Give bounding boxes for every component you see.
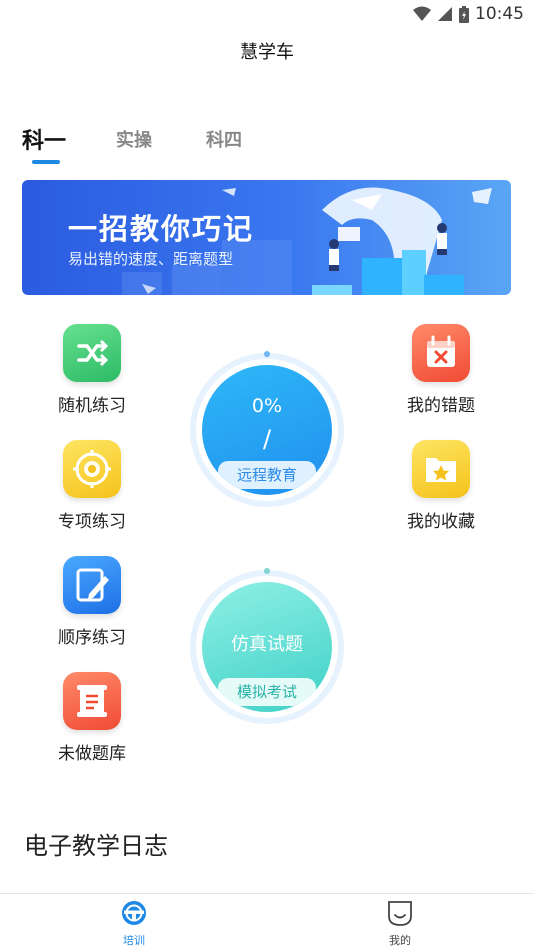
my-mistakes-label: 我的错题 bbox=[407, 396, 475, 416]
edit-icon bbox=[63, 556, 121, 614]
wifi-icon bbox=[413, 6, 431, 21]
tab-subject-one[interactable]: 科一 bbox=[22, 123, 66, 155]
status-bar: 10:45 bbox=[0, 0, 534, 28]
unanswered-bank-label: 未做题库 bbox=[58, 744, 126, 764]
status-time: 10:45 bbox=[475, 4, 524, 24]
mock-exam-circle: 仿真试题 模拟考试 bbox=[202, 582, 332, 712]
my-favorites-button[interactable]: 我的收藏 bbox=[391, 440, 491, 532]
star-folder-icon bbox=[412, 440, 470, 498]
remote-education-label: 远程教育 bbox=[218, 461, 316, 489]
mock-exam-title: 仿真试题 bbox=[231, 634, 303, 655]
sequential-practice-label: 顺序练习 bbox=[58, 628, 126, 648]
target-icon bbox=[63, 440, 121, 498]
tab-subject-four[interactable]: 科四 bbox=[206, 126, 242, 152]
nav-mine[interactable]: 我的 bbox=[360, 900, 440, 948]
banner-subtitle: 易出错的速度、距离题型 bbox=[68, 250, 234, 268]
special-practice-button[interactable]: 专项练习 bbox=[42, 440, 142, 532]
progress-dot bbox=[264, 351, 270, 357]
promo-banner[interactable]: 一招教你巧记 易出错的速度、距离题型 bbox=[22, 180, 511, 295]
smiley-tag-icon bbox=[388, 901, 412, 926]
status-indicators: 10:45 bbox=[413, 4, 524, 24]
shuffle-icon bbox=[63, 324, 121, 382]
progress-separator: / bbox=[262, 425, 272, 453]
mock-exam-label: 模拟考试 bbox=[218, 678, 316, 706]
mock-exam-button[interactable]: 仿真试题 模拟考试 bbox=[190, 568, 344, 724]
bottom-nav: 培训 我的 bbox=[0, 893, 534, 950]
special-practice-label: 专项练习 bbox=[58, 512, 126, 532]
teaching-log-title: 电子教学日志 bbox=[24, 832, 168, 860]
page-title: 慧学车 bbox=[240, 42, 294, 63]
remote-education-circle: 0% / 远程教育 bbox=[202, 365, 332, 495]
battery-icon bbox=[459, 5, 469, 23]
random-practice-label: 随机练习 bbox=[58, 396, 126, 416]
remote-education-button[interactable]: 0% / 远程教育 bbox=[190, 351, 344, 507]
mock-exam-dot bbox=[264, 568, 270, 574]
unanswered-bank-button[interactable]: 未做题库 bbox=[42, 672, 142, 764]
my-mistakes-button[interactable]: 我的错题 bbox=[391, 324, 491, 416]
sequential-practice-button[interactable]: 顺序练习 bbox=[42, 556, 142, 648]
tab-practical[interactable]: 实操 bbox=[116, 126, 152, 152]
steering-wheel-icon bbox=[122, 901, 146, 925]
nav-mine-label: 我的 bbox=[389, 934, 411, 947]
active-tab-indicator bbox=[32, 160, 60, 164]
signal-icon bbox=[438, 7, 452, 21]
nav-training[interactable]: 培训 bbox=[94, 900, 174, 948]
banner-title: 一招教你巧记 bbox=[68, 212, 255, 246]
my-favorites-label: 我的收藏 bbox=[407, 512, 475, 532]
random-practice-button[interactable]: 随机练习 bbox=[42, 324, 142, 416]
progress-percent: 0% bbox=[251, 395, 283, 417]
nav-training-label: 培训 bbox=[123, 934, 145, 947]
scroll-icon bbox=[63, 672, 121, 730]
wrong-calendar-icon bbox=[412, 324, 470, 382]
